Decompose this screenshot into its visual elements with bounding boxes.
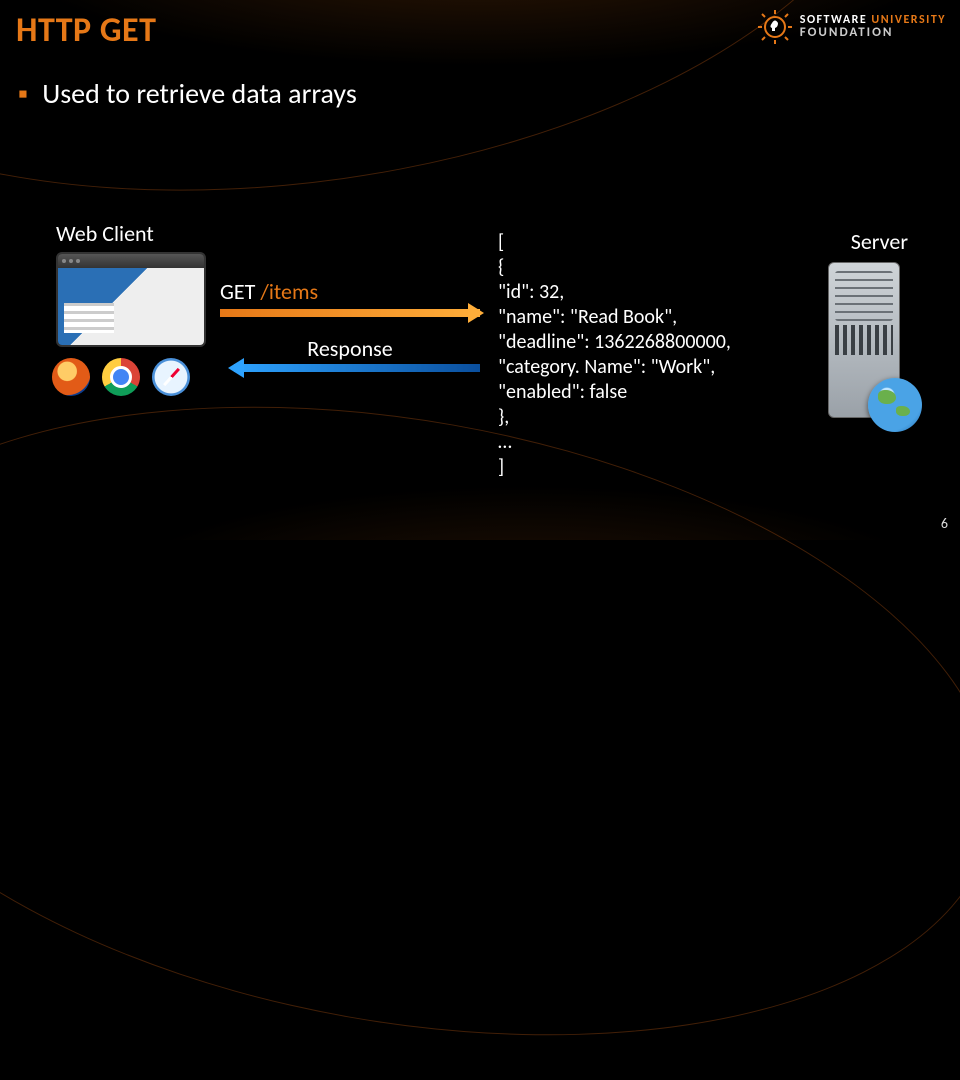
request-arrow-icon bbox=[220, 309, 480, 317]
slide-title: HTTP GET bbox=[16, 10, 156, 51]
request-method: GET bbox=[220, 278, 255, 305]
safari-icon bbox=[152, 358, 190, 396]
bullet-icon: ▪ bbox=[18, 76, 28, 111]
server-graphic bbox=[828, 262, 916, 430]
web-client-label: Web Client bbox=[56, 220, 154, 247]
logo-line2: FOUNDATION bbox=[800, 26, 946, 40]
page-number: 6 bbox=[941, 515, 948, 532]
foundation-logo: SOFTWARE UNIVERSITY FOUNDATION bbox=[758, 10, 946, 44]
subtitle-text: Used to retrieve data arrays bbox=[42, 76, 357, 111]
lightbulb-gear-icon bbox=[758, 10, 792, 44]
browser-screenshot bbox=[56, 252, 206, 347]
response-label: Response bbox=[220, 335, 480, 362]
request-response-arrows: GET /items Response bbox=[220, 278, 480, 372]
chrome-icon bbox=[102, 358, 140, 396]
slide-subtitle: ▪ Used to retrieve data arrays bbox=[18, 76, 357, 111]
browser-icons bbox=[52, 358, 190, 396]
firefox-icon bbox=[52, 358, 90, 396]
json-response-body: [ { "id": 32, "name": "Read Book", "dead… bbox=[498, 230, 731, 480]
response-arrow-icon bbox=[234, 364, 480, 372]
globe-icon bbox=[868, 378, 922, 432]
request-path: /items bbox=[260, 278, 318, 305]
server-label: Server bbox=[851, 228, 908, 255]
